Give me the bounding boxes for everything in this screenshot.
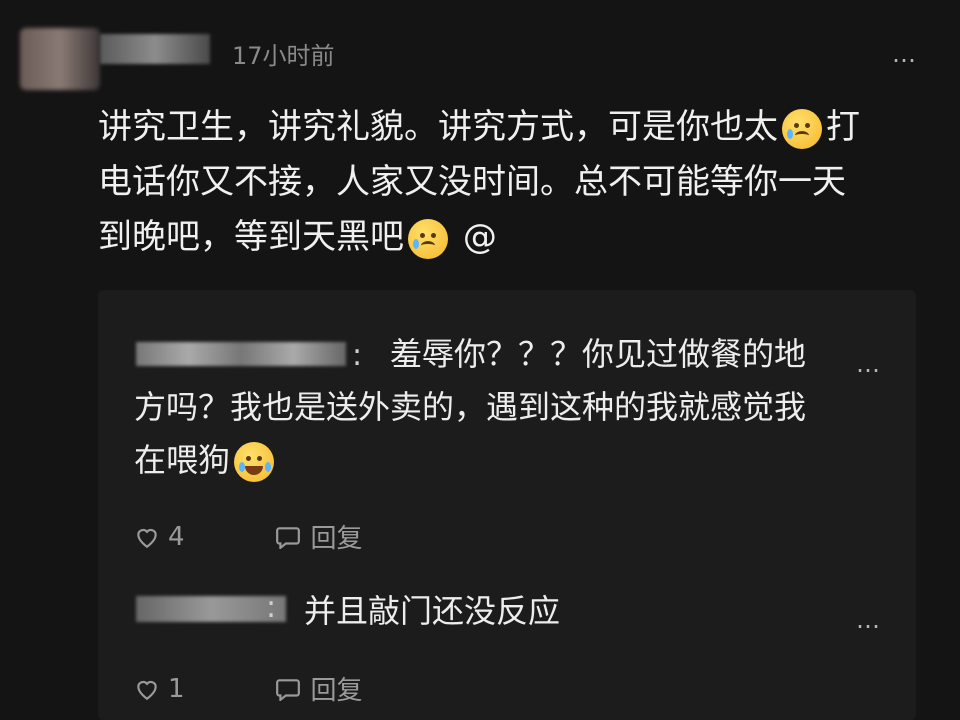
avatar[interactable] — [20, 28, 100, 90]
username-blurred[interactable] — [100, 34, 210, 64]
reply-2-actions: 1 回复 — [134, 670, 363, 707]
reply-1-reply-button[interactable]: 回复 — [311, 518, 363, 555]
comment-line-3a: 到晚吧，等到天黑吧 — [98, 217, 404, 257]
reply-thread: : 羞辱你？？？你见过做餐的地方吗？我也是送外卖的，遇到这种的我就感觉我在喂狗 … — [98, 290, 916, 720]
reply-1-body: 羞辱你？？？你见过做餐的地方吗？我也是送外卖的，遇到这种的我就感觉我在喂狗 — [134, 328, 834, 487]
crying-face-icon — [782, 108, 822, 149]
comment-line-1b: 打 — [826, 107, 860, 147]
comment-timestamp: 17小时前 — [232, 42, 335, 70]
reply-2-more-button[interactable]: … — [856, 606, 882, 634]
comment-header: 17小时前 … — [0, 0, 960, 90]
comment-body: 讲究卫生，讲究礼貌。讲究方式，可是你也太 打 电话你又不接，人家又没时间。总不可能… — [98, 100, 928, 265]
comment-line-2: 电话你又不接，人家又没时间。总不可能等你一天 — [98, 162, 846, 202]
reply-2-reply-button[interactable]: 回复 — [311, 670, 363, 707]
reply-1-like-count: 4 — [168, 521, 185, 552]
reply-2-like-count: 1 — [168, 673, 185, 704]
comment-bubble-icon[interactable] — [275, 677, 301, 701]
reply-2-body: 并且敲门还没反应 — [304, 592, 561, 630]
reply-1-actions: 4 回复 — [134, 518, 363, 555]
comment-bubble-icon[interactable] — [275, 525, 301, 549]
reply-1-more-button[interactable]: … — [856, 350, 882, 378]
tears-of-joy-icon — [234, 442, 275, 482]
heart-icon[interactable] — [134, 676, 160, 702]
heart-icon[interactable] — [134, 524, 160, 550]
reply-2-username-blurred[interactable] — [136, 596, 286, 622]
reply-2-colon: : — [266, 590, 277, 625]
crying-face-icon — [408, 218, 448, 259]
mention-at-sign[interactable]: @ — [463, 217, 497, 257]
comment-more-button[interactable]: … — [892, 40, 918, 68]
comment-line-1a: 讲究卫生，讲究礼貌。讲究方式，可是你也太 — [98, 107, 778, 147]
